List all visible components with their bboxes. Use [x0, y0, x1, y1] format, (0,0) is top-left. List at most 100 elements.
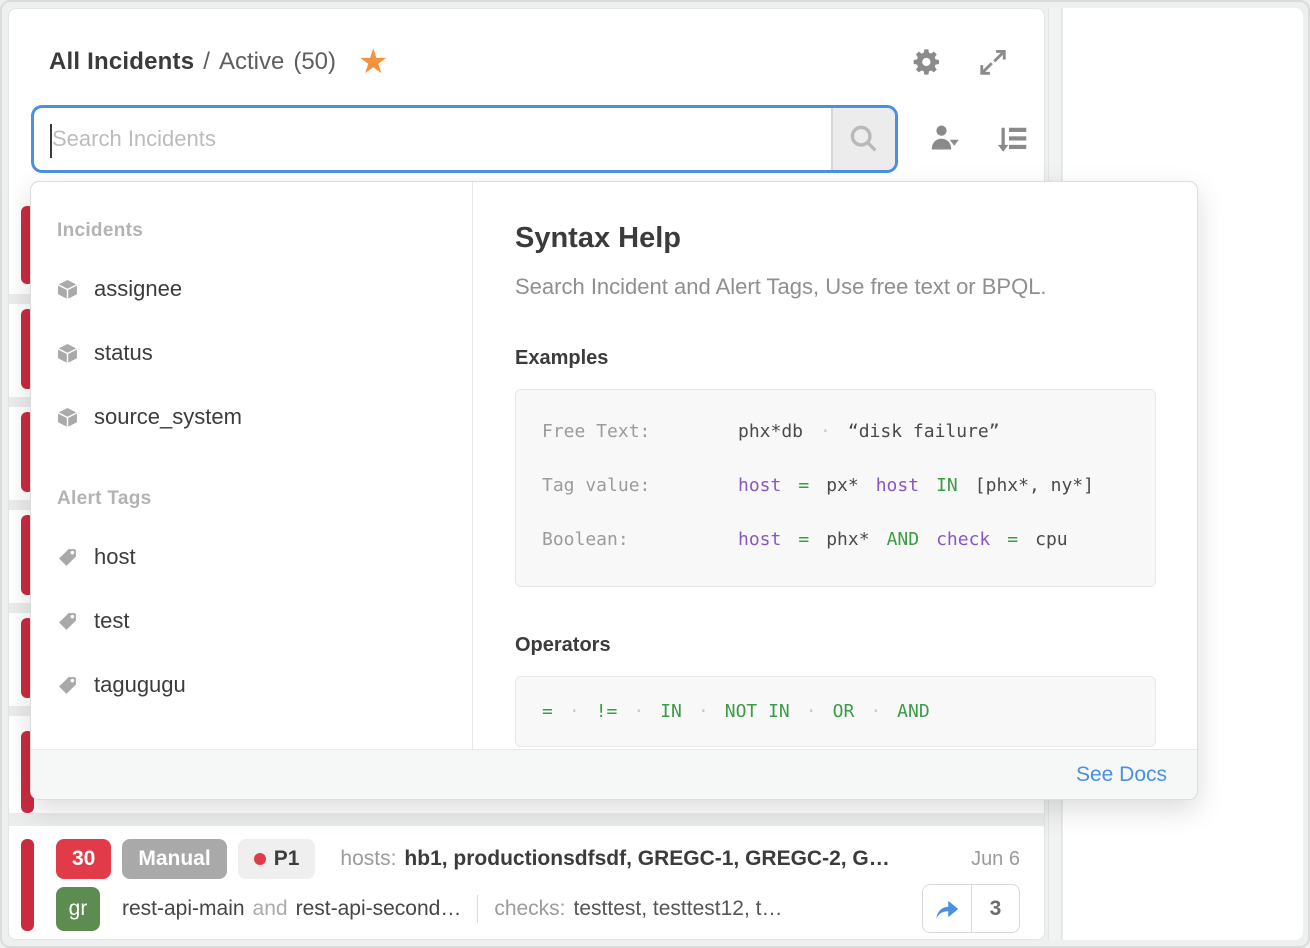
code-token: phx*	[826, 529, 869, 550]
suggestions-column: Incidents assignee status source_system Al…	[31, 182, 473, 749]
suggestion-alert-tag-host[interactable]: host	[57, 542, 452, 572]
code-token: “disk failure”	[848, 421, 1000, 442]
breadcrumb-separator: /	[203, 48, 210, 76]
suggestion-incident-assignee[interactable]: assignee	[57, 274, 452, 304]
app-window: All Incidents / Active (50) ★	[0, 0, 1310, 948]
settings-gear-icon[interactable]	[910, 45, 944, 79]
cube-icon	[57, 279, 78, 300]
incident-row[interactable]: 30 Manual P1 hosts: hb1, productionsdfsd…	[9, 826, 1044, 940]
code-token: check	[936, 529, 990, 550]
syntax-example-3: Boolean:host = phx* AND check = cpu	[542, 512, 1129, 566]
operator-separator: ·	[870, 701, 881, 722]
breadcrumb-environment[interactable]: All Incidents	[49, 48, 194, 76]
code-token: px*	[826, 475, 859, 496]
expand-icon[interactable]	[976, 45, 1010, 79]
example-label: Tag value:	[542, 475, 738, 496]
incident-title-conjunction: and	[253, 897, 288, 921]
suggestion-label: tagugugu	[94, 672, 186, 698]
code-token: =	[798, 529, 809, 550]
search-button[interactable]	[831, 108, 895, 170]
search-input[interactable]	[34, 108, 831, 170]
code-token: =	[1007, 529, 1018, 550]
operator-2: !=	[596, 701, 618, 722]
example-label: Free Text:	[542, 421, 738, 442]
checks-value: testtest, testtest12, t…	[574, 897, 922, 921]
alert-tag-suggestion-list: host test tagugugu	[57, 542, 452, 700]
assignee-avatar[interactable]: gr	[56, 887, 100, 931]
hosts-value: hb1, productionsdfsdf, GREGC-1, GREGC-2,…	[404, 847, 957, 871]
operator-3: IN	[660, 701, 682, 722]
cube-icon	[57, 407, 78, 428]
incident-title-second: rest-api-second…	[296, 897, 462, 921]
suggestion-incident-source_system[interactable]: source_system	[57, 402, 452, 432]
share-button-group: 3	[922, 884, 1020, 933]
suggestion-alert-tag-tagugugu[interactable]: tagugugu	[57, 670, 452, 700]
suggestion-incident-status[interactable]: status	[57, 338, 452, 368]
priority-dot-icon	[254, 853, 266, 865]
suggestion-label: assignee	[94, 276, 182, 302]
example-label: Boolean:	[542, 529, 738, 550]
search-box	[31, 105, 898, 173]
checks-label: checks:	[494, 897, 565, 921]
alert-count-badge: 30	[56, 839, 111, 879]
breadcrumb-folder[interactable]: Active	[219, 48, 284, 76]
operator-1: =	[542, 701, 553, 722]
syntax-example-1: Free Text:phx*db · “disk failure”	[542, 404, 1129, 458]
code-token: =	[798, 475, 809, 496]
incident-count: (50)	[293, 48, 336, 76]
examples-header: Examples	[515, 347, 1156, 370]
operator-separator: ·	[806, 701, 817, 722]
sort-icon[interactable]	[994, 121, 1030, 157]
operator-4: NOT IN	[725, 701, 790, 722]
share-count: 3	[990, 897, 1002, 921]
divider	[477, 895, 478, 923]
code-token: cpu	[1035, 529, 1068, 550]
favorite-star-icon[interactable]: ★	[358, 45, 388, 79]
incident-title-first: rest-api-main	[122, 897, 245, 921]
alert-tags-section-header: Alert Tags	[57, 488, 452, 510]
incident-suggestion-list: assignee status source_system	[57, 274, 452, 432]
see-docs-link[interactable]: See Docs	[1076, 763, 1167, 787]
syntax-example-2: Tag value:host=px*hostIN[phx*, ny*]	[542, 458, 1129, 512]
incidents-section-header: Incidents	[57, 220, 452, 242]
tag-icon	[57, 611, 78, 632]
tag-icon	[57, 675, 78, 696]
cube-icon	[57, 343, 78, 364]
code-token: host	[876, 475, 919, 496]
suggestion-label: host	[94, 544, 136, 570]
code-token: phx*db	[738, 421, 803, 442]
code-token: host	[738, 529, 781, 550]
operator-separator: ·	[569, 701, 580, 722]
suggestion-label: source_system	[94, 404, 242, 430]
code-token: host	[738, 475, 781, 496]
syntax-help-column: Syntax Help Search Incident and Alert Ta…	[474, 182, 1197, 749]
code-token: ·	[820, 421, 831, 442]
code-token: AND	[887, 529, 920, 550]
source-badge: Manual	[122, 839, 226, 879]
share-count-button[interactable]: 3	[971, 885, 1019, 932]
code-token: IN	[936, 475, 958, 496]
examples-box: Free Text:phx*db · “disk failure” Tag value…	[515, 389, 1156, 587]
panel-header: All Incidents / Active (50) ★	[9, 9, 1044, 104]
suggestion-label: status	[94, 340, 153, 366]
share-button[interactable]	[923, 885, 971, 932]
syntax-help-subtitle: Search Incident and Alert Tags, Use free…	[515, 274, 1156, 300]
assignee-filter-icon[interactable]	[928, 121, 964, 157]
syntax-help-title: Syntax Help	[515, 222, 1156, 255]
priority-badge: P1	[238, 839, 316, 879]
suggestion-label: test	[94, 608, 129, 634]
incident-date: Jun 6	[971, 848, 1020, 871]
operator-6: AND	[897, 701, 930, 722]
operators-box: = · != · IN · NOT IN · OR · AND	[515, 676, 1156, 747]
operator-separator: ·	[698, 701, 709, 722]
severity-stripe	[21, 839, 34, 931]
search-suggestions-dropdown: Incidents assignee status source_system Al…	[30, 181, 1198, 800]
suggestion-alert-tag-test[interactable]: test	[57, 606, 452, 636]
search-row	[31, 104, 1044, 174]
code-token: [phx*, ny*]	[975, 475, 1094, 496]
operator-separator: ·	[633, 701, 644, 722]
operator-5: OR	[833, 701, 855, 722]
text-caret	[50, 124, 52, 158]
operators-header: Operators	[515, 634, 1156, 657]
dropdown-footer: See Docs	[31, 749, 1197, 799]
